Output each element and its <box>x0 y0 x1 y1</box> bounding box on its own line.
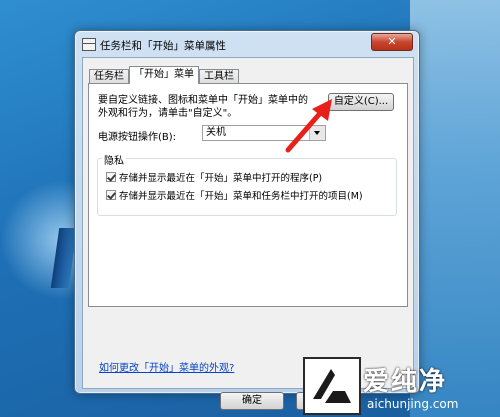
watermark-url: aichunjing.com <box>367 397 459 411</box>
desktop-background-right <box>410 0 500 417</box>
dialog-client-area: 任务栏 「开始」菜单 工具栏 要自定义链接、图标和菜单中「开始」菜单中的 外观和… <box>82 57 414 410</box>
tab-taskbar[interactable]: 任务栏 <box>89 69 129 83</box>
privacy-group-label: 隐私 <box>102 152 126 167</box>
brand-logo-icon <box>303 357 361 415</box>
window-icon <box>82 38 96 51</box>
watermark: 爱纯净 aichunjing.com <box>303 357 500 417</box>
privacy-group: 隐私 存储并显示最近在「开始」菜单中打开的程序(P) 存储并显示最近在「开始」菜… <box>97 152 397 216</box>
annotation-arrow-icon <box>285 99 332 153</box>
tab-toolbars[interactable]: 工具栏 <box>199 69 239 83</box>
tab-start-menu[interactable]: 「开始」菜单 <box>129 66 199 84</box>
power-button-value: 关机 <box>206 127 226 138</box>
checkbox-checked-icon[interactable] <box>106 190 116 200</box>
privacy-option-label: 存储并显示最近在「开始」菜单中打开的程序(P) <box>119 173 323 184</box>
power-button-label: 电源按钮操作(B): <box>98 132 177 143</box>
checkbox-checked-icon[interactable] <box>106 172 116 182</box>
title-bar[interactable]: 任务栏和「开始」菜单属性 ✕ <box>75 31 419 57</box>
start-menu-page: 要自定义链接、图标和菜单中「开始」菜单中的 外观和行为，请单击"自定义"。 自定… <box>88 83 408 307</box>
properties-window: 任务栏和「开始」菜单属性 ✕ 任务栏 「开始」菜单 工具栏 要自定义链接、图标和… <box>74 30 420 410</box>
watermark-brand: 爱纯净 <box>363 367 448 397</box>
privacy-option-programs[interactable]: 存储并显示最近在「开始」菜单中打开的程序(P) <box>106 170 322 184</box>
privacy-option-items[interactable]: 存储并显示最近在「开始」菜单和任务栏中打开的项目(M) <box>106 188 363 202</box>
window-title: 任务栏和「开始」菜单属性 <box>100 40 226 52</box>
ok-button[interactable]: 确定 <box>220 392 284 410</box>
help-link[interactable]: 如何更改「开始」菜单的外观? <box>99 359 234 374</box>
privacy-option-label: 存储并显示最近在「开始」菜单和任务栏中打开的项目(M) <box>119 191 363 202</box>
close-button[interactable]: ✕ <box>371 33 413 51</box>
